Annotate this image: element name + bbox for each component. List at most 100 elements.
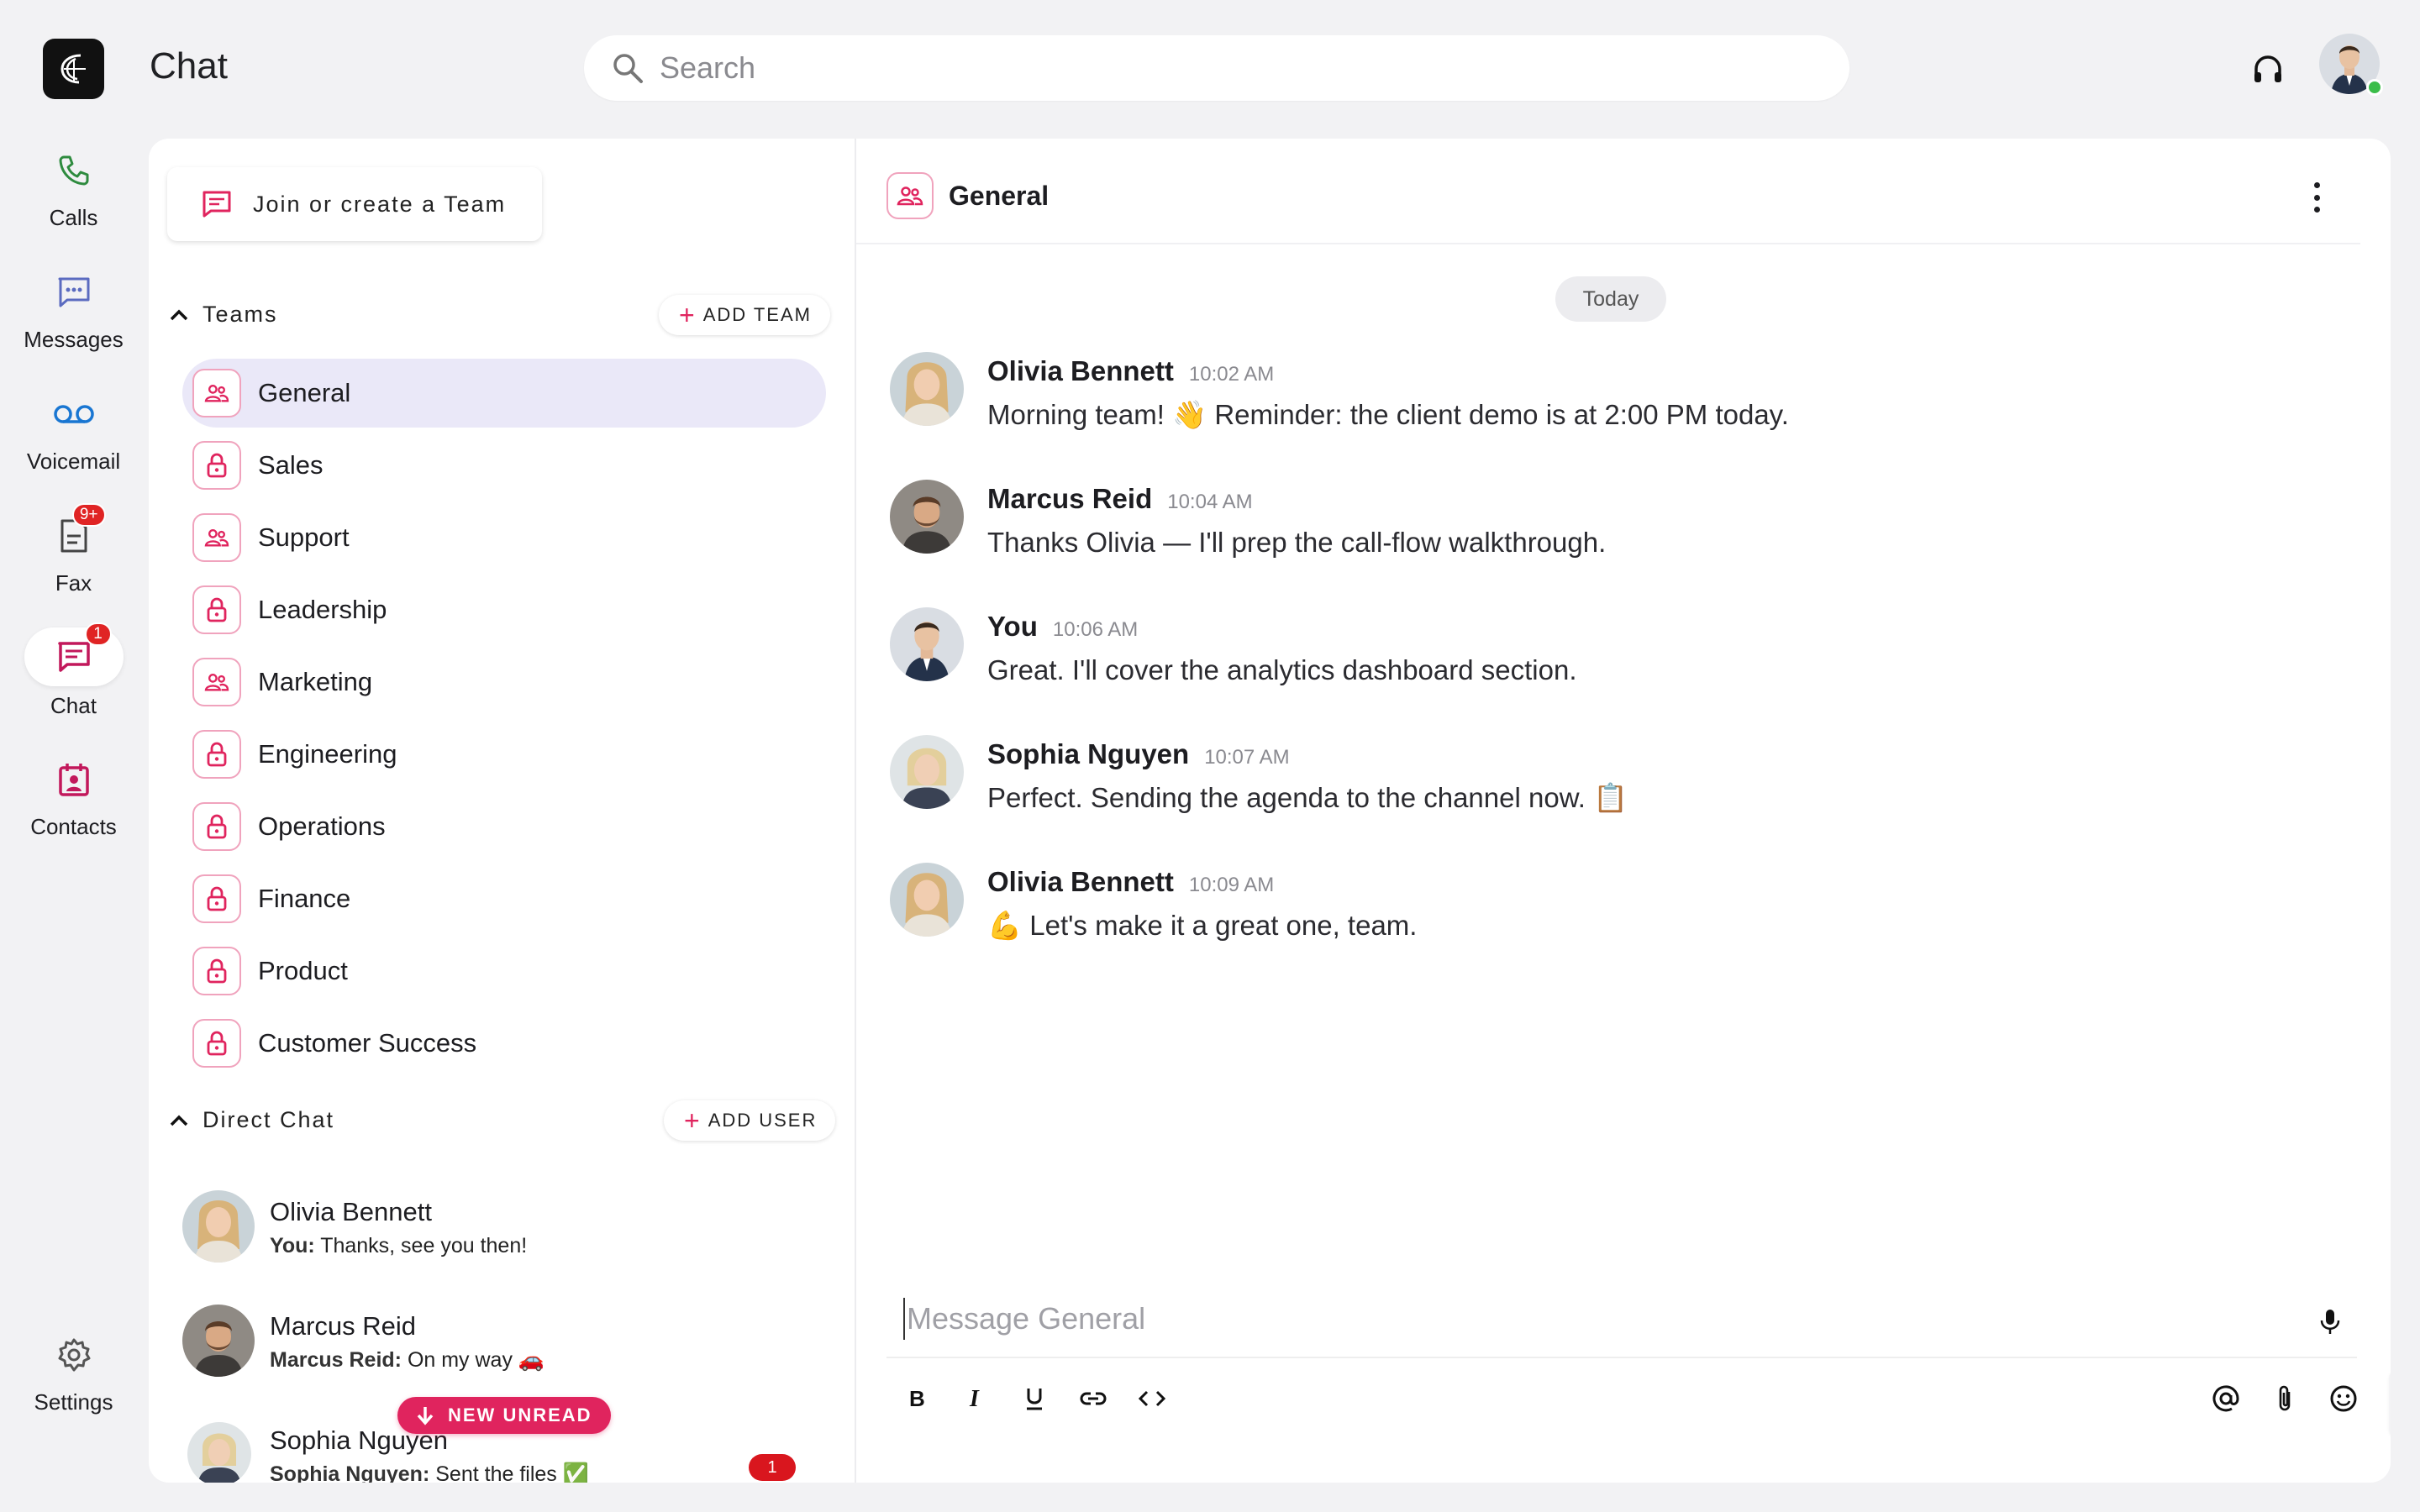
message-author[interactable]: Olivia Bennett <box>987 866 1174 898</box>
rail-label: Messages <box>24 327 124 352</box>
link-button[interactable] <box>1075 1380 1112 1417</box>
message-text: Thanks Olivia — I'll prep the call-flow … <box>987 527 1607 558</box>
rail-item-fax[interactable]: 9+ Fax <box>0 503 147 596</box>
underline-icon <box>1027 1389 1042 1410</box>
team-item-leadership[interactable]: Leadership <box>182 575 826 644</box>
teams-sidebar: Join or create a Team Teams + ADD TEAM G… <box>149 139 856 1483</box>
lock-icon <box>192 802 241 851</box>
bold-icon: B <box>909 1387 925 1410</box>
team-name: Leadership <box>258 595 387 624</box>
team-name: General <box>258 378 351 407</box>
team-item-support[interactable]: Support <box>182 503 826 572</box>
message-input[interactable] <box>903 1298 2248 1340</box>
code-icon <box>1138 1390 1166 1407</box>
new-unread-button[interactable]: NEW UNREAD <box>397 1397 611 1434</box>
message-author[interactable]: Sophia Nguyen <box>987 738 1189 770</box>
rail-item-messages[interactable]: Messages <box>0 265 147 353</box>
add-user-button[interactable]: + ADD USER <box>664 1100 836 1141</box>
headset-icon[interactable] <box>2250 52 2286 87</box>
avatar[interactable] <box>890 352 964 426</box>
lock-icon <box>192 441 241 490</box>
teams-section-toggle[interactable]: Teams <box>167 302 278 328</box>
join-team-button[interactable]: Join or create a Team <box>167 167 542 241</box>
team-name: Product <box>258 956 348 985</box>
italic-button[interactable]: I <box>957 1380 994 1417</box>
svg-text:I: I <box>969 1387 980 1410</box>
lock-icon <box>192 947 241 995</box>
gear-icon <box>34 1327 114 1383</box>
page-title: Chat <box>150 45 228 87</box>
team-item-sales[interactable]: Sales <box>182 431 826 500</box>
avatar <box>182 1190 255 1263</box>
emoji-button[interactable] <box>2325 1380 2362 1417</box>
plus-icon: + <box>684 1105 702 1136</box>
add-user-label: ADD USER <box>708 1110 818 1131</box>
preview-text: Sent the files ✅ <box>435 1462 589 1483</box>
unread-count-badge: 1 <box>749 1454 796 1481</box>
search-bar[interactable] <box>584 35 1849 101</box>
rail-label: Calls <box>49 205 98 230</box>
lock-icon <box>192 585 241 634</box>
team-item-customer-success[interactable]: Customer Success <box>182 1009 826 1078</box>
microphone-icon[interactable] <box>2315 1306 2345 1336</box>
search-input[interactable] <box>660 50 1752 86</box>
chat-message: Olivia Bennett 10:02 AM Morning team! 👋 Re… <box>890 352 2318 453</box>
message-author[interactable]: Olivia Bennett <box>987 355 1174 387</box>
message-text: Great. I'll cover the analytics dashboar… <box>987 654 1577 685</box>
avatar[interactable] <box>890 480 964 554</box>
team-name: Sales <box>258 450 324 480</box>
rail-label: Settings <box>34 1389 113 1415</box>
message-meta: Marcus Reid 10:04 AM <box>987 483 1253 515</box>
date-divider: Today <box>1555 276 1666 322</box>
team-item-finance[interactable]: Finance <box>182 864 826 933</box>
rail-item-calls[interactable]: Calls <box>0 143 147 231</box>
direct-chat-preview: You: Thanks, see you then! <box>270 1234 527 1258</box>
message-text: 💪 Let's make it a great one, team. <box>987 910 1418 941</box>
team-icon <box>886 172 934 219</box>
team-item-product[interactable]: Product <box>182 937 826 1005</box>
chat-message: You 10:06 AM Great. I'll cover the analyti… <box>890 607 2318 708</box>
avatar[interactable] <box>890 735 964 809</box>
preview-text: On my way 🚗 <box>407 1348 545 1372</box>
svg-text:B: B <box>909 1387 925 1410</box>
message-time: 10:04 AM <box>1167 491 1253 513</box>
lock-icon <box>192 1019 241 1068</box>
more-options-icon[interactable] <box>2312 182 2322 213</box>
avatar[interactable] <box>890 607 964 681</box>
avatar[interactable] <box>890 863 964 937</box>
mention-button[interactable] <box>2207 1380 2244 1417</box>
rail-item-contacts[interactable]: Contacts <box>0 752 147 840</box>
chat-message: Olivia Bennett 10:09 AM 💪 Let's make it a … <box>890 863 2318 963</box>
attach-button[interactable] <box>2266 1380 2303 1417</box>
smiley-icon <box>2330 1385 2357 1412</box>
rail-item-chat[interactable]: 1 Chat <box>0 622 147 719</box>
team-item-general[interactable]: General <box>182 359 826 428</box>
bold-button[interactable]: B <box>898 1380 935 1417</box>
team-item-marketing[interactable]: Marketing <box>182 648 826 717</box>
fax-icon: 9+ <box>34 503 114 564</box>
rail-label: Fax <box>55 570 92 596</box>
paperclip-icon <box>2279 1385 2291 1411</box>
rail-item-settings[interactable]: Settings <box>0 1327 147 1415</box>
send-button[interactable] <box>2389 1370 2391 1437</box>
new-unread-label: NEW UNREAD <box>448 1404 592 1425</box>
message-author[interactable]: You <box>987 611 1038 643</box>
team-item-engineering[interactable]: Engineering <box>182 720 826 789</box>
rail-item-voicemail[interactable]: Voicemail <box>0 386 147 475</box>
add-team-button[interactable]: + ADD TEAM <box>659 295 830 335</box>
direct-chat-item[interactable]: Olivia Bennett You: Thanks, see you then… <box>182 1182 829 1274</box>
direct-chat-name: Olivia Bennett <box>270 1197 432 1226</box>
lock-icon <box>192 874 241 923</box>
chat-header: General <box>856 139 2360 244</box>
underline-button[interactable] <box>1016 1380 1053 1417</box>
direct-chat-item[interactable]: Marcus Reid Marcus Reid: On my way 🚗 <box>182 1296 829 1389</box>
phone-icon <box>34 143 114 198</box>
message-author[interactable]: Marcus Reid <box>987 483 1152 515</box>
add-team-label: ADD TEAM <box>702 304 812 325</box>
user-avatar[interactable] <box>2319 34 2383 96</box>
team-icon <box>192 658 241 706</box>
plus-icon: + <box>679 300 697 330</box>
team-item-operations[interactable]: Operations <box>182 792 826 861</box>
direct-section-toggle[interactable]: Direct Chat <box>167 1107 334 1133</box>
code-button[interactable] <box>1134 1380 1171 1417</box>
